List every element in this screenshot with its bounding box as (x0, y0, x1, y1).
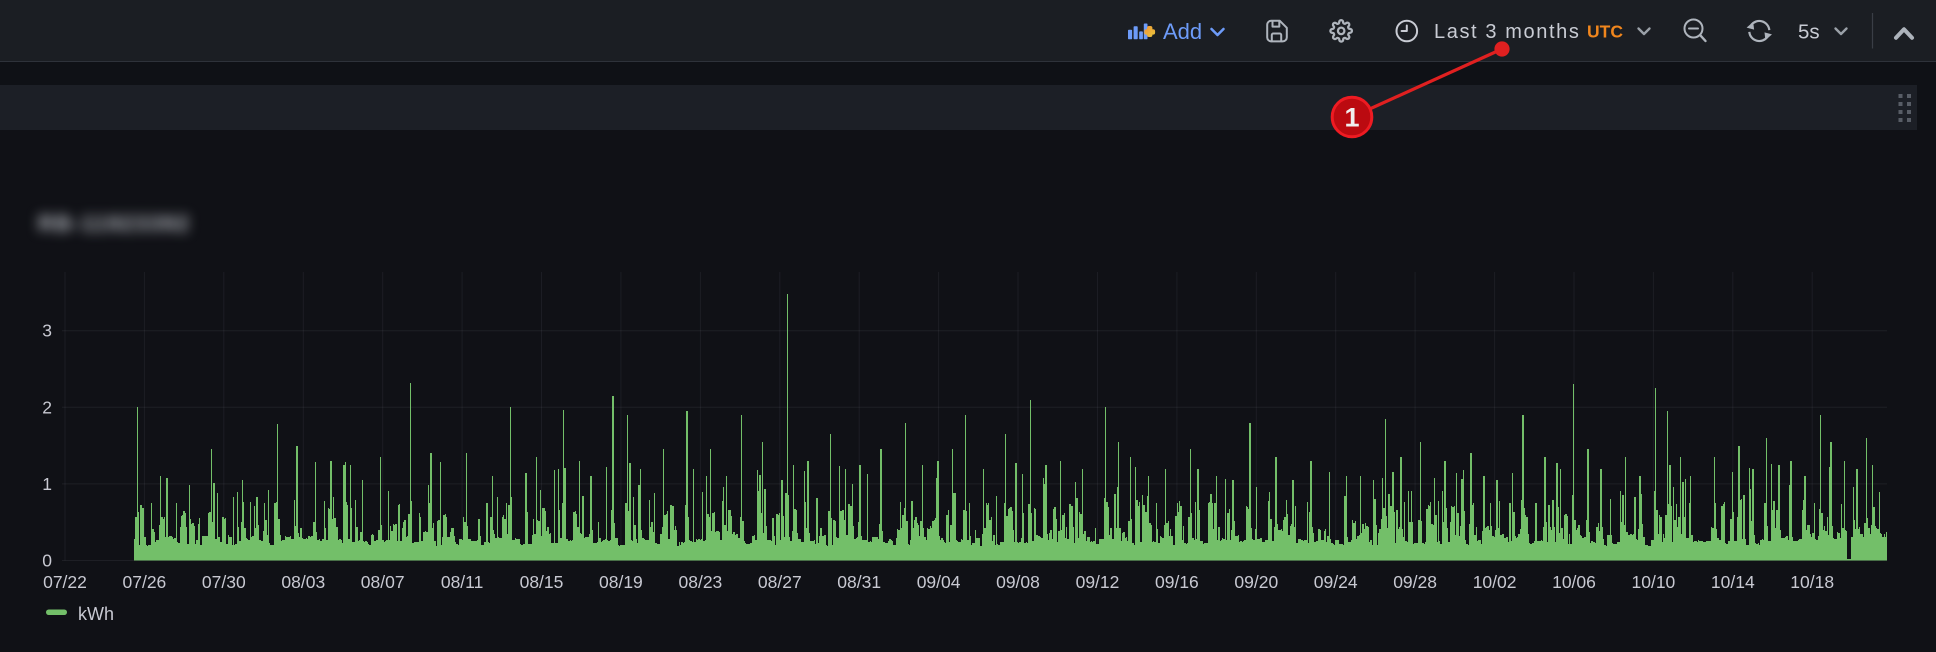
svg-text:1: 1 (42, 474, 52, 494)
svg-text:07/26: 07/26 (123, 572, 167, 592)
svg-text:Add: Add (1163, 19, 1202, 44)
svg-text:07/22: 07/22 (43, 572, 87, 592)
svg-text:09/20: 09/20 (1234, 572, 1278, 592)
svg-text:09/04: 09/04 (917, 572, 961, 592)
svg-text:07/30: 07/30 (202, 572, 246, 592)
svg-text:1: 1 (1344, 103, 1359, 133)
svg-text:08/27: 08/27 (758, 572, 802, 592)
svg-text:09/08: 09/08 (996, 572, 1040, 592)
svg-text:08/19: 08/19 (599, 572, 643, 592)
svg-text:10/06: 10/06 (1552, 572, 1596, 592)
svg-text:09/28: 09/28 (1393, 572, 1437, 592)
svg-text:08/15: 08/15 (520, 572, 564, 592)
svg-text:08/31: 08/31 (837, 572, 881, 592)
svg-text:09/16: 09/16 (1155, 572, 1199, 592)
svg-text:09/24: 09/24 (1314, 572, 1358, 592)
svg-text:08/23: 08/23 (679, 572, 723, 592)
svg-text:2: 2 (42, 397, 52, 417)
svg-text:Last 3 months: Last 3 months (1434, 21, 1580, 43)
svg-text:08/07: 08/07 (361, 572, 405, 592)
svg-text:10/18: 10/18 (1790, 572, 1834, 592)
svg-text:10/02: 10/02 (1473, 572, 1517, 592)
svg-text:0: 0 (42, 551, 52, 571)
svg-text:3: 3 (42, 321, 52, 341)
svg-text:08/11: 08/11 (441, 572, 484, 592)
svg-text:UTC: UTC (1587, 22, 1623, 42)
svg-text:kWh: kWh (78, 604, 114, 624)
svg-text:08/03: 08/03 (281, 572, 325, 592)
svg-text:09/12: 09/12 (1076, 572, 1120, 592)
svg-text:10/10: 10/10 (1632, 572, 1676, 592)
svg-text:5s: 5s (1798, 21, 1820, 44)
svg-text:10/14: 10/14 (1711, 572, 1755, 592)
